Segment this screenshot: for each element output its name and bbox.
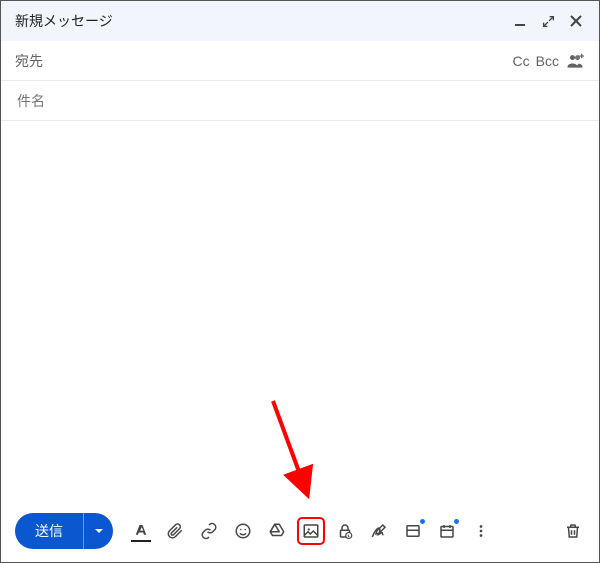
emoji-icon[interactable] <box>229 517 257 545</box>
to-input[interactable] <box>43 52 513 70</box>
add-recipients-icon[interactable] <box>565 51 585 71</box>
bcc-button[interactable]: Bcc <box>536 53 559 69</box>
compose-title: 新規メッセージ <box>15 11 113 31</box>
recipients-row[interactable]: 宛先 Cc Bcc <box>1 41 599 81</box>
insert-image-icon[interactable] <box>297 517 325 545</box>
compose-toolbar: 送信 <box>1 500 599 562</box>
confidential-icon[interactable] <box>331 517 359 545</box>
drive-icon[interactable] <box>263 517 291 545</box>
subject-input[interactable] <box>15 92 585 110</box>
header-actions <box>511 12 585 30</box>
send-button[interactable]: 送信 <box>15 513 83 549</box>
minimize-icon[interactable] <box>511 12 529 30</box>
signature-icon[interactable] <box>365 517 393 545</box>
layout-icon[interactable] <box>399 517 427 545</box>
attach-icon[interactable] <box>161 517 189 545</box>
more-icon[interactable] <box>467 517 495 545</box>
message-body[interactable] <box>1 121 599 500</box>
close-icon[interactable] <box>567 12 585 30</box>
trash-icon[interactable] <box>559 517 587 545</box>
schedule-icon[interactable] <box>433 517 461 545</box>
compose-header[interactable]: 新規メッセージ <box>1 1 599 41</box>
compose-window: 新規メッセージ 宛先 Cc Bcc <box>1 1 599 562</box>
formatting-icon[interactable] <box>127 517 155 545</box>
cc-button[interactable]: Cc <box>513 53 530 69</box>
send-split: 送信 <box>15 513 113 549</box>
popout-icon[interactable] <box>539 12 557 30</box>
send-more-button[interactable] <box>83 513 113 549</box>
to-label: 宛先 <box>15 51 43 71</box>
subject-row[interactable] <box>1 81 599 121</box>
link-icon[interactable] <box>195 517 223 545</box>
